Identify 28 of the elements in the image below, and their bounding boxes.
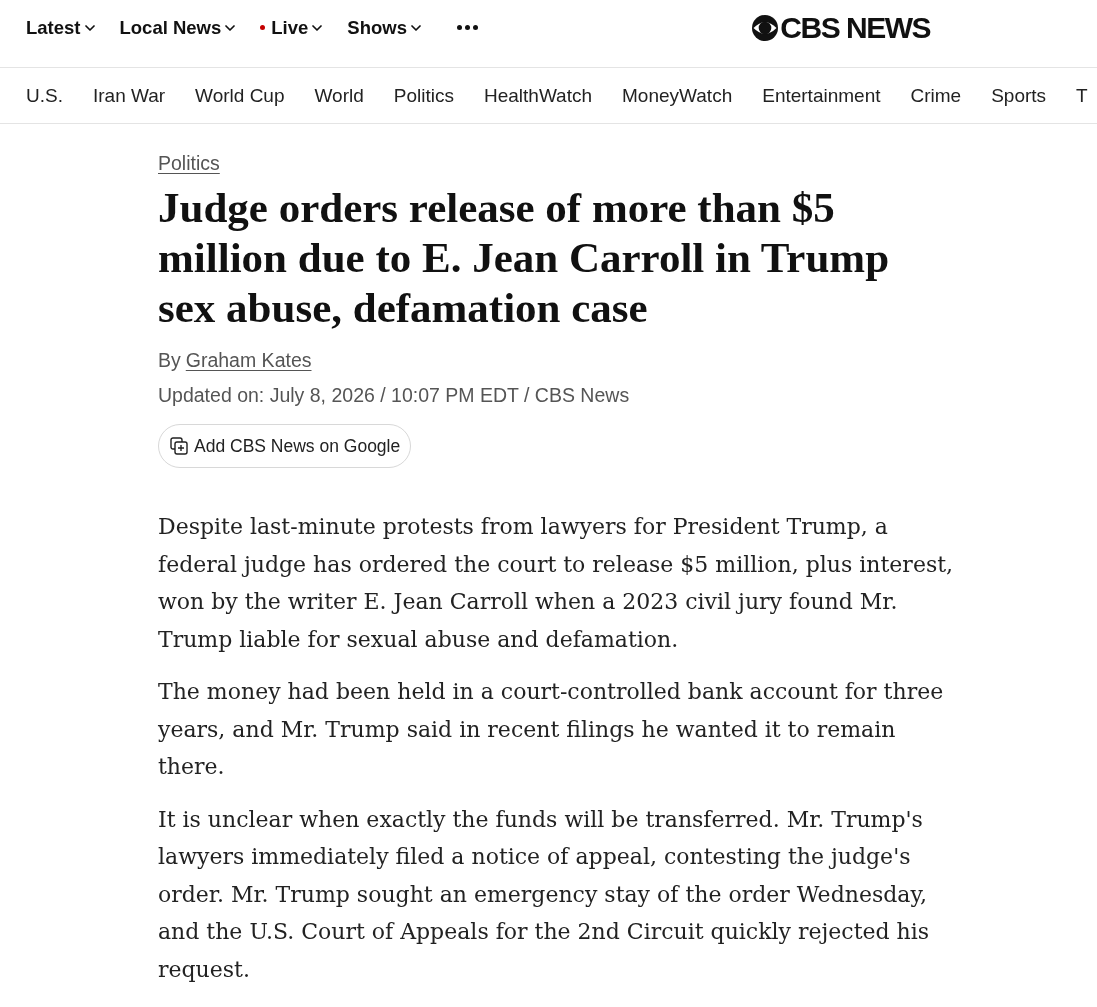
nav-menu-item[interactable]: Shows <box>347 14 421 41</box>
section-link[interactable]: World <box>314 83 364 108</box>
author-link[interactable]: Graham Kates <box>185 348 312 372</box>
section-link[interactable]: HealthWatch <box>483 83 593 108</box>
section-link[interactable]: World Cup <box>195 83 285 108</box>
add-source-button[interactable]: Add CBS News on Google <box>158 424 412 468</box>
article-headline: Judge orders release of more than $5 million due to E. Jean Carroll in Trump sex abuse, defamation case <box>158 183 891 333</box>
add-plus-square-icon <box>170 437 188 455</box>
article-paragraph: It is unclear when exactly the funds will be transferred. Mr. Trump's lawyers immediately filed a notice of appeal, contesting the judge's order. Mr. Trump sought an emergency stay of the order Wednesday, and the U.S. Court of Appeals for the 2nd Circuit quickly rejected his request. <box>158 805 931 984</box>
nav-menu-item[interactable]: Live <box>260 14 323 41</box>
section-link[interactable]: Iran War <box>92 83 166 108</box>
section-link[interactable]: Entertainment <box>762 83 881 108</box>
more-options-icon[interactable] <box>456 25 478 30</box>
article-paragraph: Despite last-minute protests from lawyers for President Trump, a federal judge has ordered the court to release $5 million, plus interest, won by the writer E. Jean Carroll when a 2023 civil jury found Mr. Trump liable for sexual abuse and defamation. <box>158 513 955 654</box>
site-logo[interactable]: CBS NEWS <box>752 14 930 41</box>
nav-menu-item[interactable]: Latest <box>26 14 95 41</box>
section-link[interactable]: U.S. <box>26 83 63 108</box>
section-link[interactable]: Politics <box>393 83 454 108</box>
section-link[interactable]: MoneyWatch <box>622 83 733 108</box>
byline-label: By <box>158 348 181 372</box>
section-link[interactable]: Crime <box>910 83 962 108</box>
section-link[interactable]: Sports <box>991 83 1047 108</box>
article-paragraph: The money had been held in a court-controlled bank account for three years, and Mr. Trump said in recent filings he wanted it to remain there. <box>158 678 945 781</box>
section-link[interactable]: T <box>1076 83 1088 108</box>
eye-icon <box>752 14 779 41</box>
category-link[interactable]: Politics <box>158 151 220 175</box>
publish-date: Updated on: July 8, 2026 / 10:07 PM EDT / CBS News <box>158 383 631 407</box>
nav-menu-item[interactable]: Local News <box>119 14 236 41</box>
